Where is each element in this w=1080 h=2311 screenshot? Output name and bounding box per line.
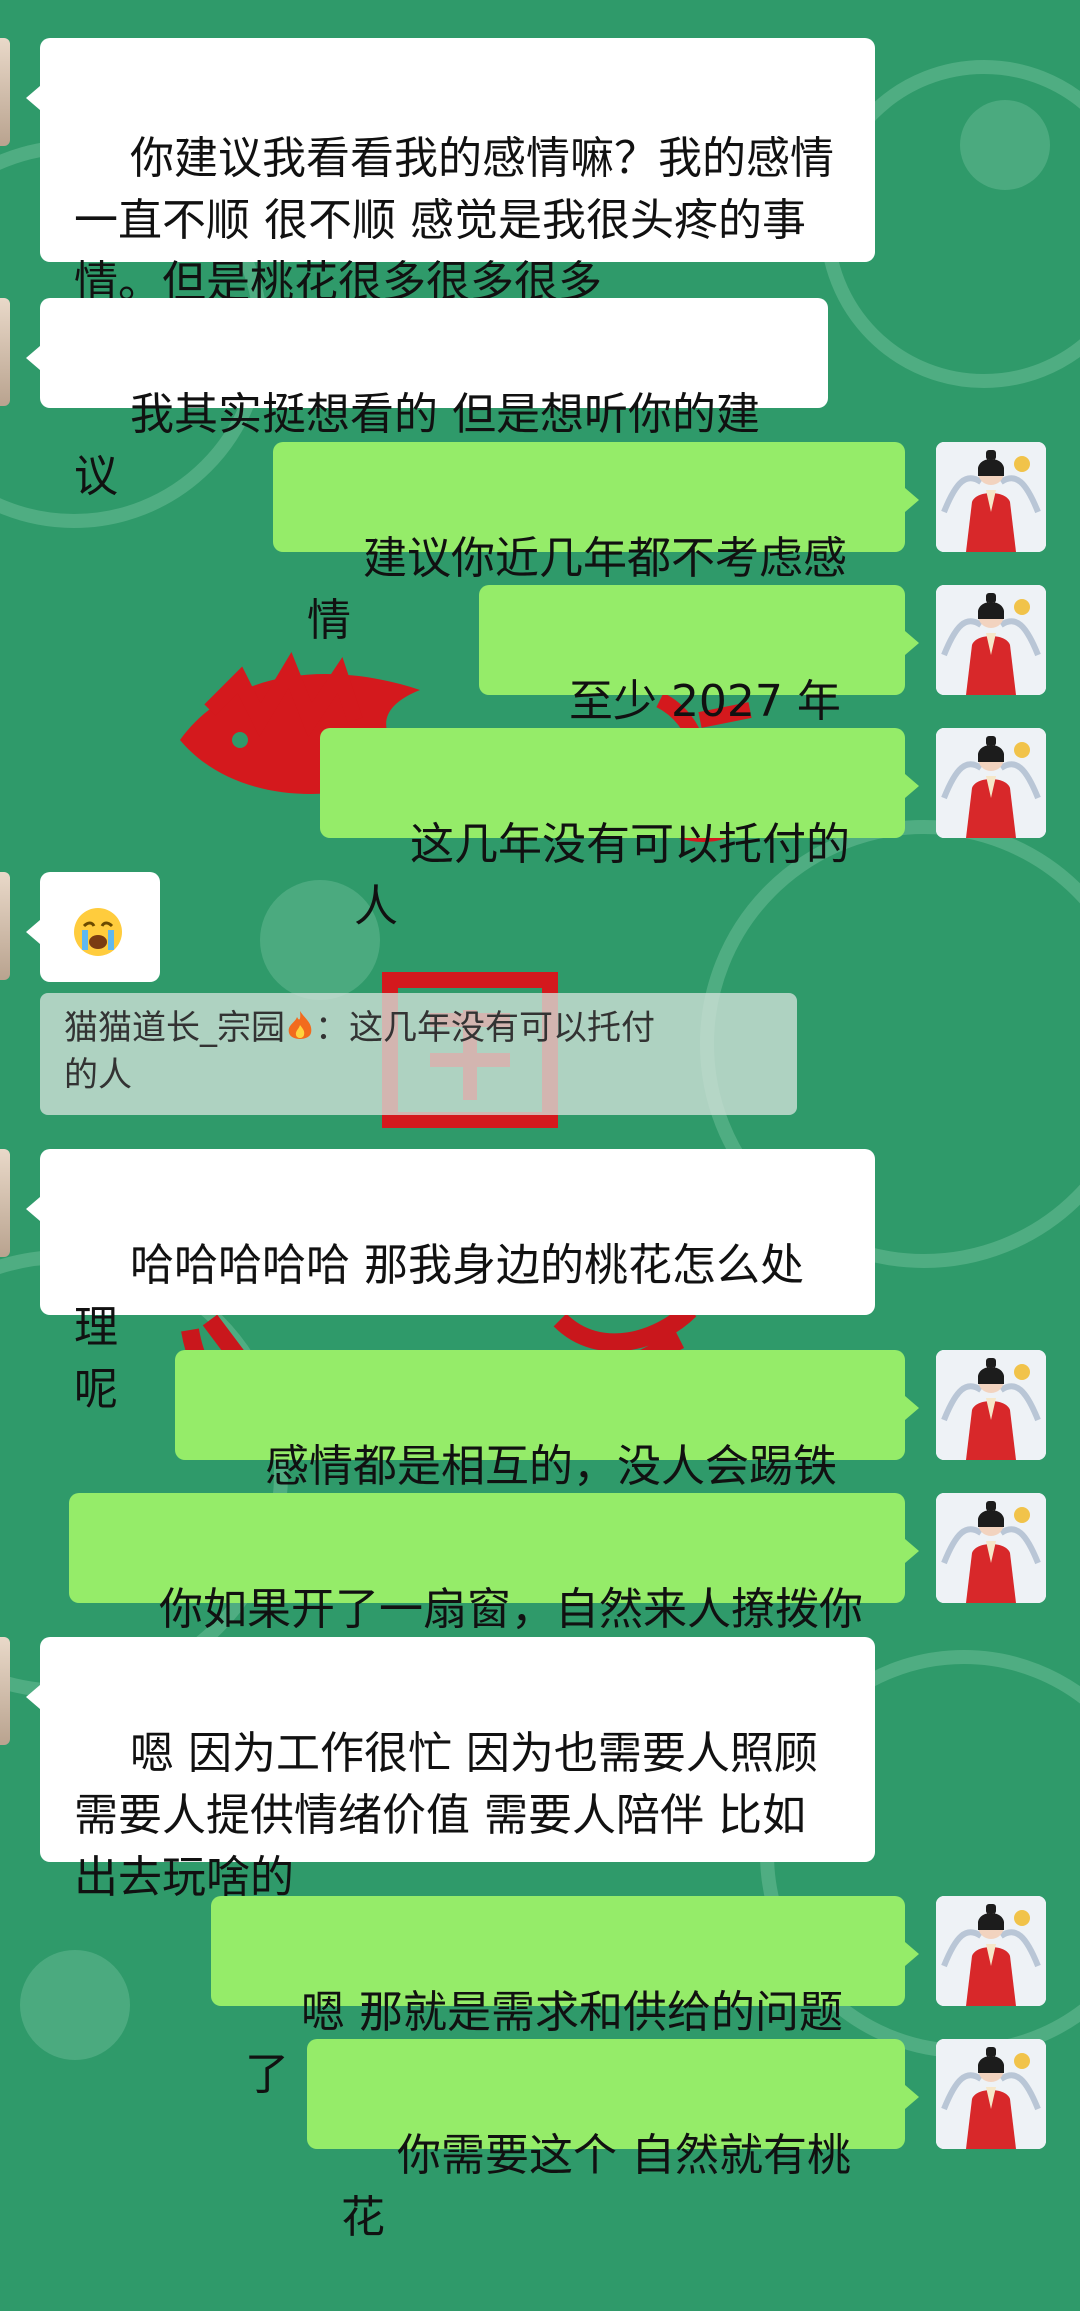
message-text: 这几年没有可以托付的人 bbox=[354, 819, 850, 932]
avatar-woman-in-red-icon bbox=[936, 2039, 1046, 2149]
peer-avatar[interactable] bbox=[0, 1149, 10, 1257]
message-bubble-outgoing[interactable]: 感情都是相互的，没人会踢铁板 bbox=[175, 1350, 919, 1554]
peer-avatar[interactable] bbox=[0, 872, 10, 980]
message-bubble-incoming[interactable]: 我其实挺想看的 但是想听你的建议 bbox=[26, 298, 828, 502]
message-bubble-incoming[interactable]: 嗯 因为工作很忙 因为也需要人照顾 需要人提供情绪价值 需要人陪伴 比如 出去玩… bbox=[26, 1637, 875, 1903]
message-bubble-incoming[interactable]: 你建议我看看我的感情嘛？我的感情 一直不顺 很不顺 感觉是我很头疼的事 情。但是… bbox=[26, 38, 875, 308]
my-avatar[interactable] bbox=[936, 442, 1046, 552]
my-avatar[interactable] bbox=[936, 1896, 1046, 2006]
message-bubble-outgoing[interactable]: 建议你近几年都不考虑感情 bbox=[273, 442, 919, 646]
message-text: 你如果开了一扇窗，自然来人撩拨你 bbox=[158, 1584, 863, 1635]
avatar-woman-in-red-icon bbox=[936, 585, 1046, 695]
my-avatar[interactable] bbox=[936, 728, 1046, 838]
my-avatar[interactable] bbox=[936, 1493, 1046, 1603]
avatar-woman-in-red-icon bbox=[936, 1896, 1046, 2006]
peer-avatar[interactable] bbox=[0, 38, 10, 146]
message-bubble-outgoing[interactable]: 这几年没有可以托付的人 bbox=[320, 728, 919, 932]
avatar-woman-in-red-icon bbox=[936, 1493, 1046, 1603]
my-avatar[interactable] bbox=[936, 1350, 1046, 1460]
message-bubble-incoming[interactable]: 哈哈哈哈哈 那我身边的桃花怎么处理 呢 bbox=[26, 1149, 875, 1415]
message-bubble-outgoing[interactable]: 你如果开了一扇窗，自然来人撩拨你 bbox=[69, 1493, 919, 1635]
my-avatar[interactable] bbox=[936, 585, 1046, 695]
message-text: 你需要这个 自然就有桃花 bbox=[341, 2130, 851, 2243]
loudly-crying-face-emoji-icon bbox=[74, 908, 122, 956]
avatar-woman-in-red-icon bbox=[936, 728, 1046, 838]
peer-avatar[interactable] bbox=[0, 1637, 10, 1745]
fire-emoji-icon bbox=[288, 1011, 312, 1039]
chat-message-list[interactable]: 你建议我看看我的感情嘛？我的感情 一直不顺 很不顺 感觉是我很头疼的事 情。但是… bbox=[0, 0, 1080, 2243]
my-avatar[interactable] bbox=[936, 2039, 1046, 2149]
avatar-woman-in-red-icon bbox=[936, 442, 1046, 552]
message-text: 你建议我看看我的感情嘛？我的感情 一直不顺 很不顺 感觉是我很头疼的事 情。但是… bbox=[74, 133, 834, 308]
message-bubble-outgoing[interactable]: 嗯 那就是需求和供给的问题了 bbox=[211, 1896, 919, 2100]
avatar-woman-in-red-icon bbox=[936, 1350, 1046, 1460]
peer-avatar[interactable] bbox=[0, 298, 10, 406]
quote-author: 猫猫道长_宗园 bbox=[64, 1008, 285, 1048]
message-bubble-outgoing[interactable]: 你需要这个 自然就有桃花 bbox=[307, 2039, 919, 2243]
quote-separator: ： bbox=[315, 1008, 349, 1048]
message-text: 嗯 因为工作很忙 因为也需要人照顾 需要人提供情绪价值 需要人陪伴 比如 出去玩… bbox=[74, 1728, 818, 1903]
message-bubble-outgoing[interactable]: 至少 2027 年之后 bbox=[479, 585, 919, 789]
quoted-reply-block[interactable]: 猫猫道长_宗园 ：这几年没有可以托付 的人 bbox=[40, 993, 797, 1115]
message-bubble-incoming[interactable] bbox=[26, 872, 160, 982]
